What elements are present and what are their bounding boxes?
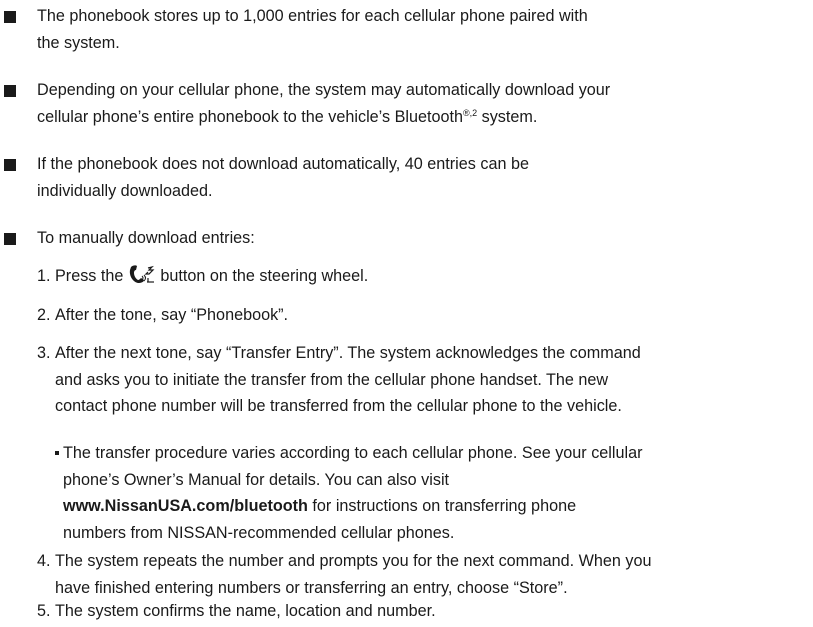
bullet-line: cellular phone’s entire phonebook to the… (37, 104, 777, 131)
sub-note-line: The transfer procedure varies according … (63, 444, 643, 462)
bullet-square (4, 11, 16, 23)
step-number: 2. (37, 306, 51, 324)
sub-note-text: The transfer procedure varies according … (63, 440, 793, 546)
step-text: After the next tone, say “Transfer Entry… (55, 340, 775, 420)
bullet-square (4, 233, 16, 245)
step-line: After the next tone, say “Transfer Entry… (55, 344, 641, 362)
step-number: 1. (37, 267, 51, 285)
step-text: The system repeats the number and prompt… (55, 548, 775, 601)
bullet-line-text: system. (477, 107, 538, 126)
phone-voice-icon (128, 264, 156, 284)
bullet-text: If the phonebook does not download autom… (37, 151, 777, 204)
step-line: The system repeats the number and prompt… (55, 552, 652, 570)
step-text: The system confirms the name, location a… (55, 602, 436, 620)
bullet-line: individually downloaded. (37, 181, 213, 200)
bullet-text: To manually download entries: (37, 225, 777, 252)
bullet-line: If the phonebook does not download autom… (37, 155, 529, 173)
bullet-square (4, 159, 16, 171)
step-text: After the tone, say “Phonebook”. (55, 306, 289, 324)
step-number: 3. (37, 344, 51, 362)
bullet-line: The phonebook stores up to 1,000 entries… (37, 7, 588, 25)
step-text: Press the button on the steering wheel. (55, 263, 775, 290)
bluetooth-url-link[interactable]: www.NissanUSA.com/bluetooth (63, 497, 308, 515)
sub-note-line: phone’s Owner’s Manual for details. You … (63, 470, 450, 489)
sub-bullet-dot (55, 451, 59, 455)
superscript-mark: ®,2 (462, 107, 478, 118)
sub-note-line: www.NissanUSA.com/bluetooth for instruct… (63, 493, 793, 520)
step-number: 5. (37, 602, 51, 620)
bullet-text: The phonebook stores up to 1,000 entries… (37, 3, 777, 56)
bullet-text: Depending on your cellular phone, the sy… (37, 77, 777, 130)
step-line: and asks you to initiate the transfer fr… (55, 370, 609, 389)
bullet-line: To manually download entries: (37, 229, 255, 247)
sub-note-line-text: for instructions on transferring phone (307, 497, 577, 515)
step-text-suffix: button on the steering wheel. (155, 267, 369, 285)
step-number: 4. (37, 552, 51, 570)
sub-note-line: numbers from NISSAN-recommended cellular… (63, 523, 455, 542)
bullet-line-text: cellular phone’s entire phonebook to the… (37, 107, 463, 126)
bullet-line: Depending on your cellular phone, the sy… (37, 81, 611, 99)
bullet-square (4, 85, 16, 97)
step-line: contact phone number will be transferred… (55, 397, 622, 415)
document-page: The phonebook stores up to 1,000 entries… (0, 0, 813, 627)
bullet-line: the system. (37, 33, 120, 52)
step-text-prefix: Press the (55, 267, 128, 285)
